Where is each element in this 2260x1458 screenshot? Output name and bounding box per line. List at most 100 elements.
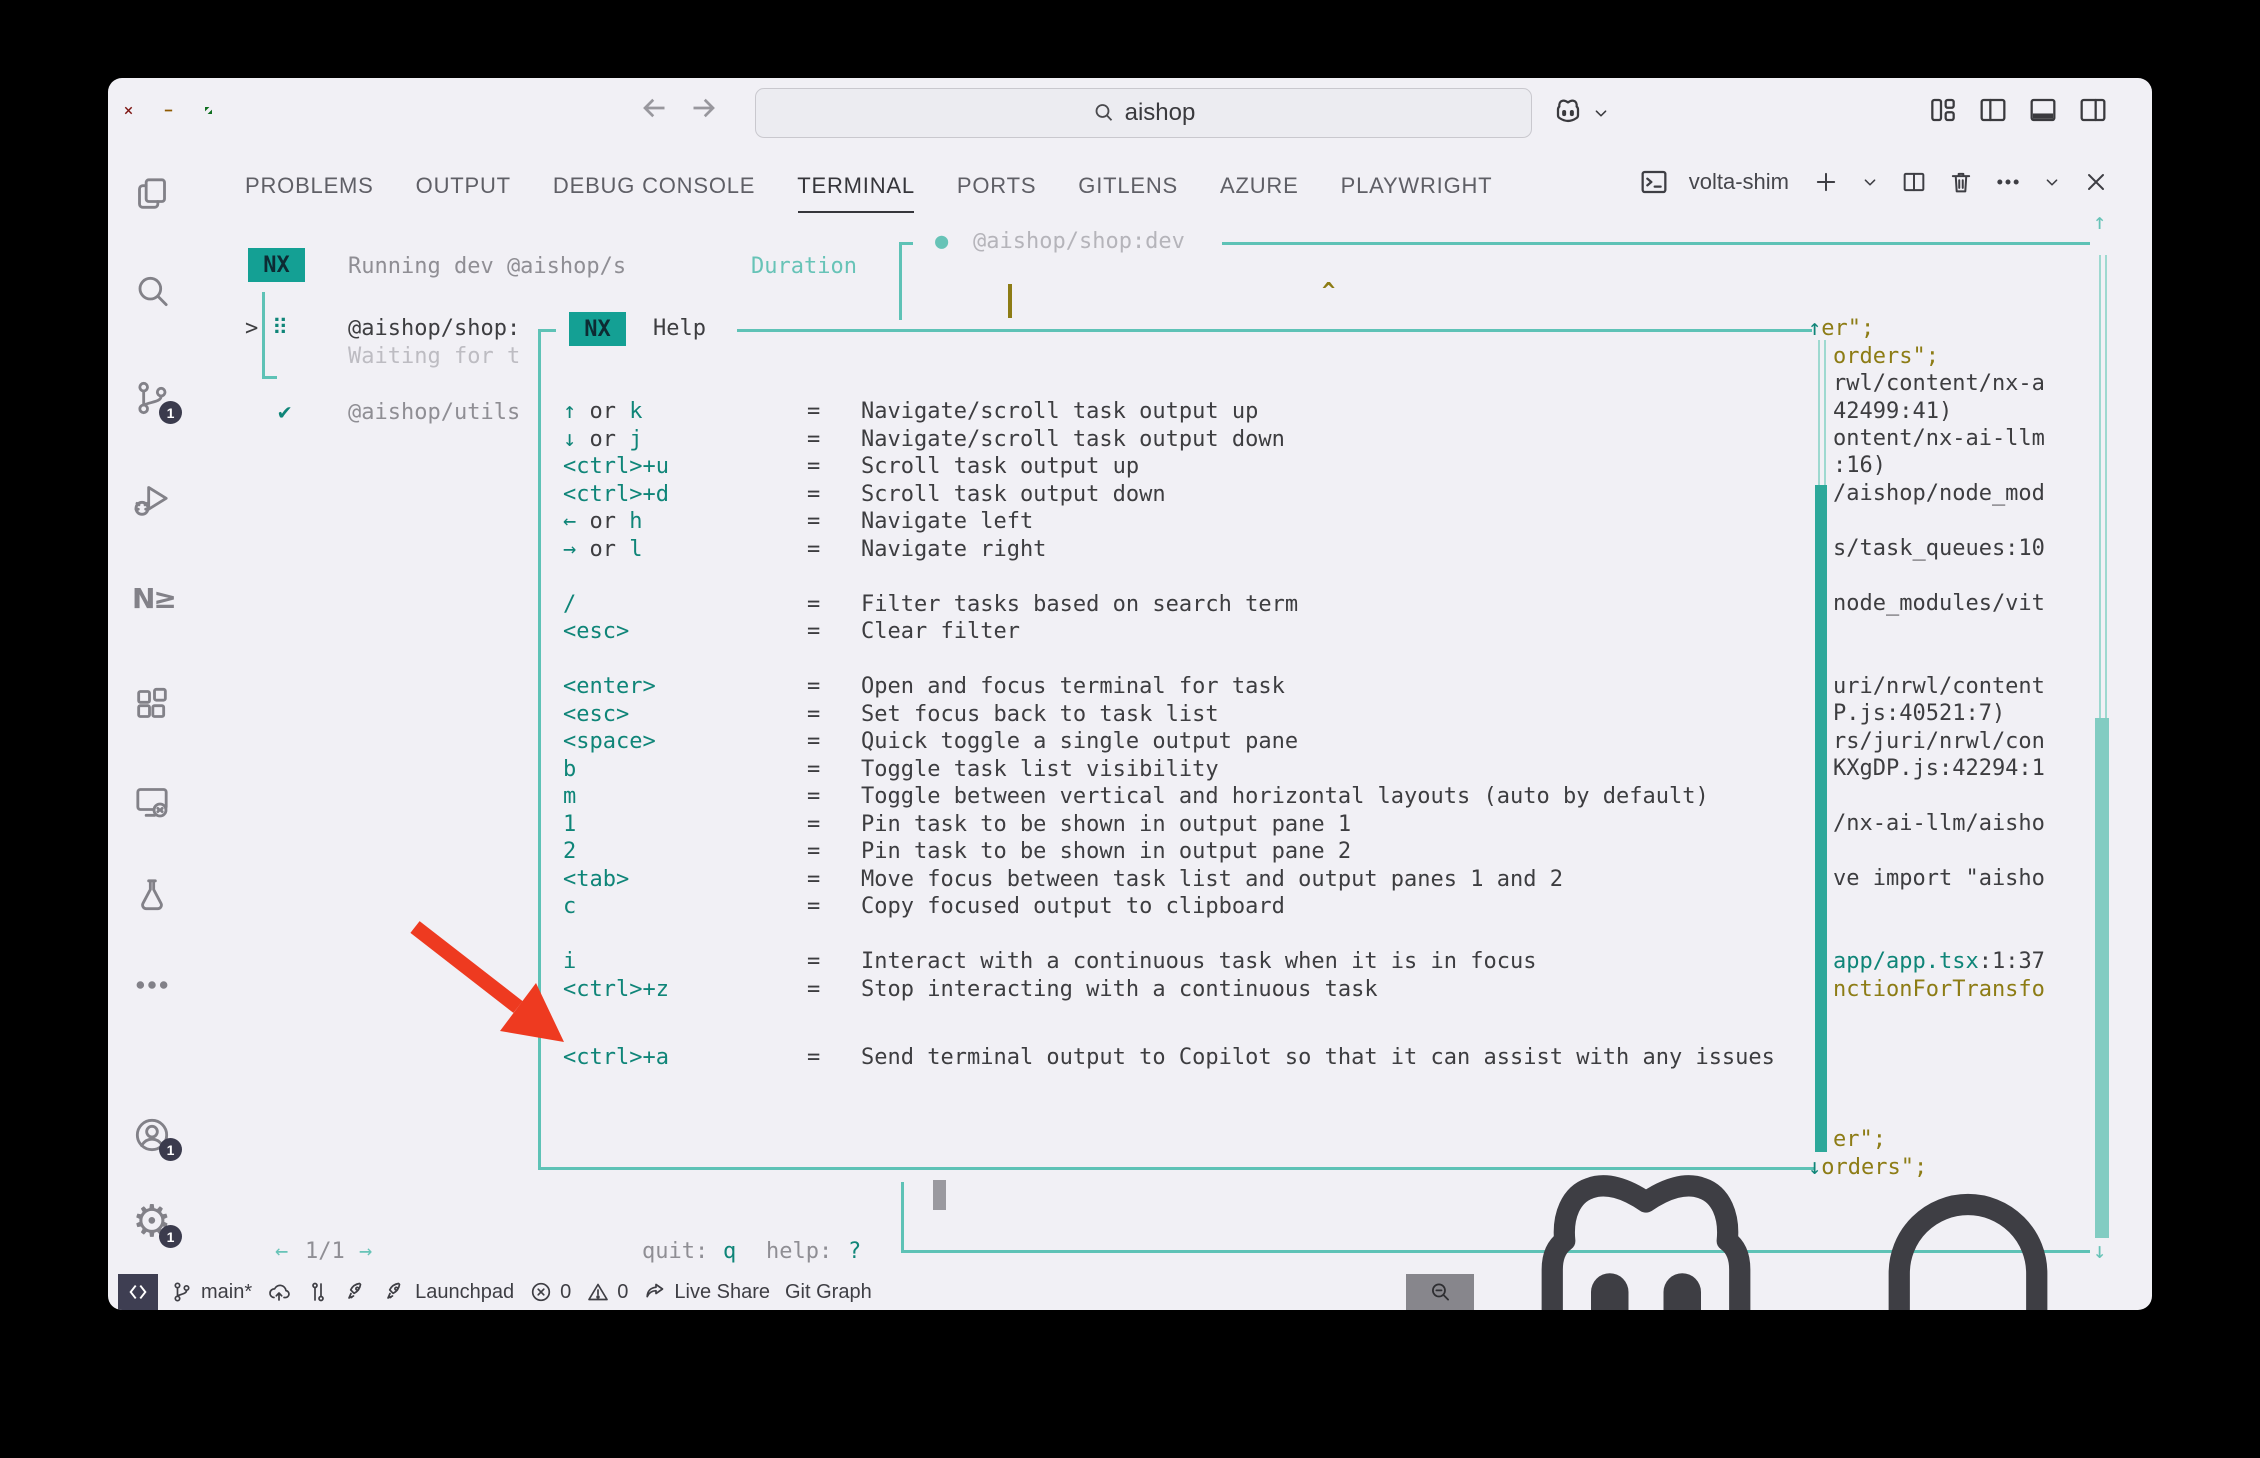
help-nx-badge: NX	[569, 312, 626, 346]
help-key: /	[563, 592, 576, 617]
vscode-window: aishop PROBLEMSOUTPUTDEBUG CONSOLETERMIN…	[108, 78, 2152, 1310]
status-item-zoom-out[interactable]	[1406, 1274, 1474, 1310]
terminal-output-line: 42499:41)	[1833, 398, 1952, 425]
status-item-git-graph[interactable]: Git Graph	[785, 1281, 872, 1304]
terminal-output-line: /nx-ai-llm/aisho	[1833, 810, 2045, 837]
help-row: m=Toggle between vertical and horizontal…	[563, 783, 576, 810]
help-key: <space>	[563, 729, 656, 754]
help-row: ↓ or j=Navigate/scroll task output down	[563, 426, 642, 453]
status-item-launchpad[interactable]: Launchpad	[384, 1280, 514, 1304]
status-item-live-share[interactable]: Live Share	[643, 1280, 770, 1304]
help-description: Toggle task list visibility	[861, 756, 1219, 783]
cloud-upload-icon	[267, 1280, 291, 1304]
status-item-main-[interactable]: main*	[170, 1280, 252, 1304]
help-row: <ctrl>+d=Scroll task output down	[563, 481, 669, 508]
status-item-copilot[interactable]	[1496, 1142, 1796, 1310]
terminal-output-line: orders";	[1833, 343, 1939, 370]
bell-icon	[1818, 1142, 2118, 1310]
help-description: Scroll task output up	[861, 453, 1139, 480]
quit-hint-label: quit:	[642, 1238, 708, 1265]
help-key: <ctrl>+d	[563, 482, 669, 507]
help-description: Copy focused output to clipboard	[861, 893, 1285, 920]
terminal-output-line: :16)	[1833, 452, 1886, 479]
help-key: 2	[563, 839, 576, 864]
help-row: ↑ or k=Navigate/scroll task output up	[563, 398, 642, 425]
live-share-icon	[643, 1280, 667, 1304]
task-item-shop[interactable]: @aishop/shop:	[348, 315, 520, 342]
task-spinner: ⠿	[272, 315, 288, 342]
terminal-panel: NX Running dev @aishop/s Duration > ⠿ @a…	[108, 78, 2152, 1310]
terminal-output-line: KXgDP.js:42294:1	[1833, 755, 2045, 782]
status-item-0[interactable]: 0	[586, 1280, 628, 1304]
help-description: Scroll task output down	[861, 481, 1166, 508]
terminal-output-line: rwl/content/nx-a	[1833, 370, 2045, 397]
help-description: Navigate left	[861, 508, 1033, 535]
help-hint-key: ?	[848, 1238, 861, 1265]
help-description: Open and focus terminal for task	[861, 673, 1285, 700]
nx-running-title: Running dev @aishop/s	[348, 253, 626, 280]
help-row: <enter>=Open and focus terminal for task	[563, 673, 656, 700]
page-next-arrow[interactable]: →	[359, 1238, 372, 1265]
terminal-output-line: rs/juri/nrwl/con	[1833, 728, 2045, 755]
status-label: 0	[560, 1281, 571, 1304]
help-key: ← or h	[563, 509, 642, 534]
terminal-output-line: P.js:40521:7)	[1833, 700, 2005, 727]
help-key: 1	[563, 812, 576, 837]
terminal-output-line: uri/nrwl/content	[1833, 673, 2045, 700]
task-prompt: >	[245, 315, 258, 342]
help-hint-label: help:	[766, 1238, 832, 1265]
help-description: Pin task to be shown in output pane 1	[861, 811, 1351, 838]
help-row: <ctrl>+u=Scroll task output up	[563, 453, 669, 480]
copilot-icon	[1496, 1142, 1796, 1310]
status-item-rocket-icon[interactable]	[345, 1280, 369, 1304]
help-key: <esc>	[563, 702, 629, 727]
help-row: ← or h=Navigate left	[563, 508, 642, 535]
status-item-bell[interactable]	[1818, 1142, 2118, 1310]
terminal-output-line: node_modules/vit	[1833, 590, 2045, 617]
errors-icon	[529, 1280, 553, 1304]
help-description: Navigate/scroll task output down	[861, 426, 1285, 453]
help-description: Clear filter	[861, 618, 1020, 645]
status-bar: main* Launchpad 0 0 Live Share Git Graph	[108, 1274, 2152, 1310]
status-label: 0	[617, 1281, 628, 1304]
help-key: <esc>	[563, 619, 629, 644]
help-description: Quick toggle a single output pane	[861, 728, 1298, 755]
scroll-up-icon[interactable]: ↑	[2093, 209, 2106, 236]
terminal-output-line: s/task_queues:10	[1833, 535, 2045, 562]
task-status-dot: ●	[935, 228, 948, 255]
help-key: <tab>	[563, 867, 629, 892]
status-item-commits-icon[interactable]	[306, 1280, 330, 1304]
help-scrollbar-thumb[interactable]	[1815, 485, 1827, 1152]
commits-icon	[306, 1280, 330, 1304]
terminal-output-line: ve import "aisho	[1833, 865, 2045, 892]
help-description: Toggle between vertical and horizontal l…	[861, 783, 1709, 810]
help-description: Navigate/scroll task output up	[861, 398, 1258, 425]
help-row: 2=Pin task to be shown in output pane 2	[563, 838, 576, 865]
help-title: Help	[653, 315, 706, 342]
remote-indicator[interactable]	[118, 1274, 158, 1310]
status-item-cloud-upload-icon[interactable]	[267, 1280, 291, 1304]
terminal-output-line: /aishop/node_mod	[1833, 480, 2045, 507]
rocket-icon	[384, 1280, 408, 1304]
remote-icon	[127, 1281, 149, 1303]
page-prev-arrow[interactable]: ←	[275, 1238, 288, 1265]
terminal-cursor	[1008, 284, 1012, 318]
task-check-icon: ✔	[278, 399, 291, 426]
help-description: Send terminal output to Copilot so that …	[861, 1044, 1775, 1071]
task-item-utils[interactable]: @aishop/utils	[348, 399, 520, 426]
terminal-output-line: ↑er";	[1808, 315, 1874, 342]
help-key: ↑ or k	[563, 399, 642, 424]
help-description: Interact with a continuous task when it …	[861, 948, 1537, 975]
status-item-0[interactable]: 0	[529, 1280, 571, 1304]
status-label: Live Share	[674, 1281, 770, 1304]
help-description: Pin task to be shown in output pane 2	[861, 838, 1351, 865]
output-pane-title: @aishop/shop:dev	[973, 228, 1185, 255]
terminal-output-line: nctionForTransfo	[1833, 976, 2045, 1003]
help-row: /=Filter tasks based on search term	[563, 591, 576, 618]
warnings-icon	[586, 1280, 610, 1304]
terminal-output-line: ontent/nx-ai-llm	[1833, 425, 2045, 452]
annotation-arrow	[388, 908, 608, 1088]
rocket-icon	[345, 1280, 369, 1304]
help-description: Filter tasks based on search term	[861, 591, 1298, 618]
help-description: Stop interacting with a continuous task	[861, 976, 1378, 1003]
